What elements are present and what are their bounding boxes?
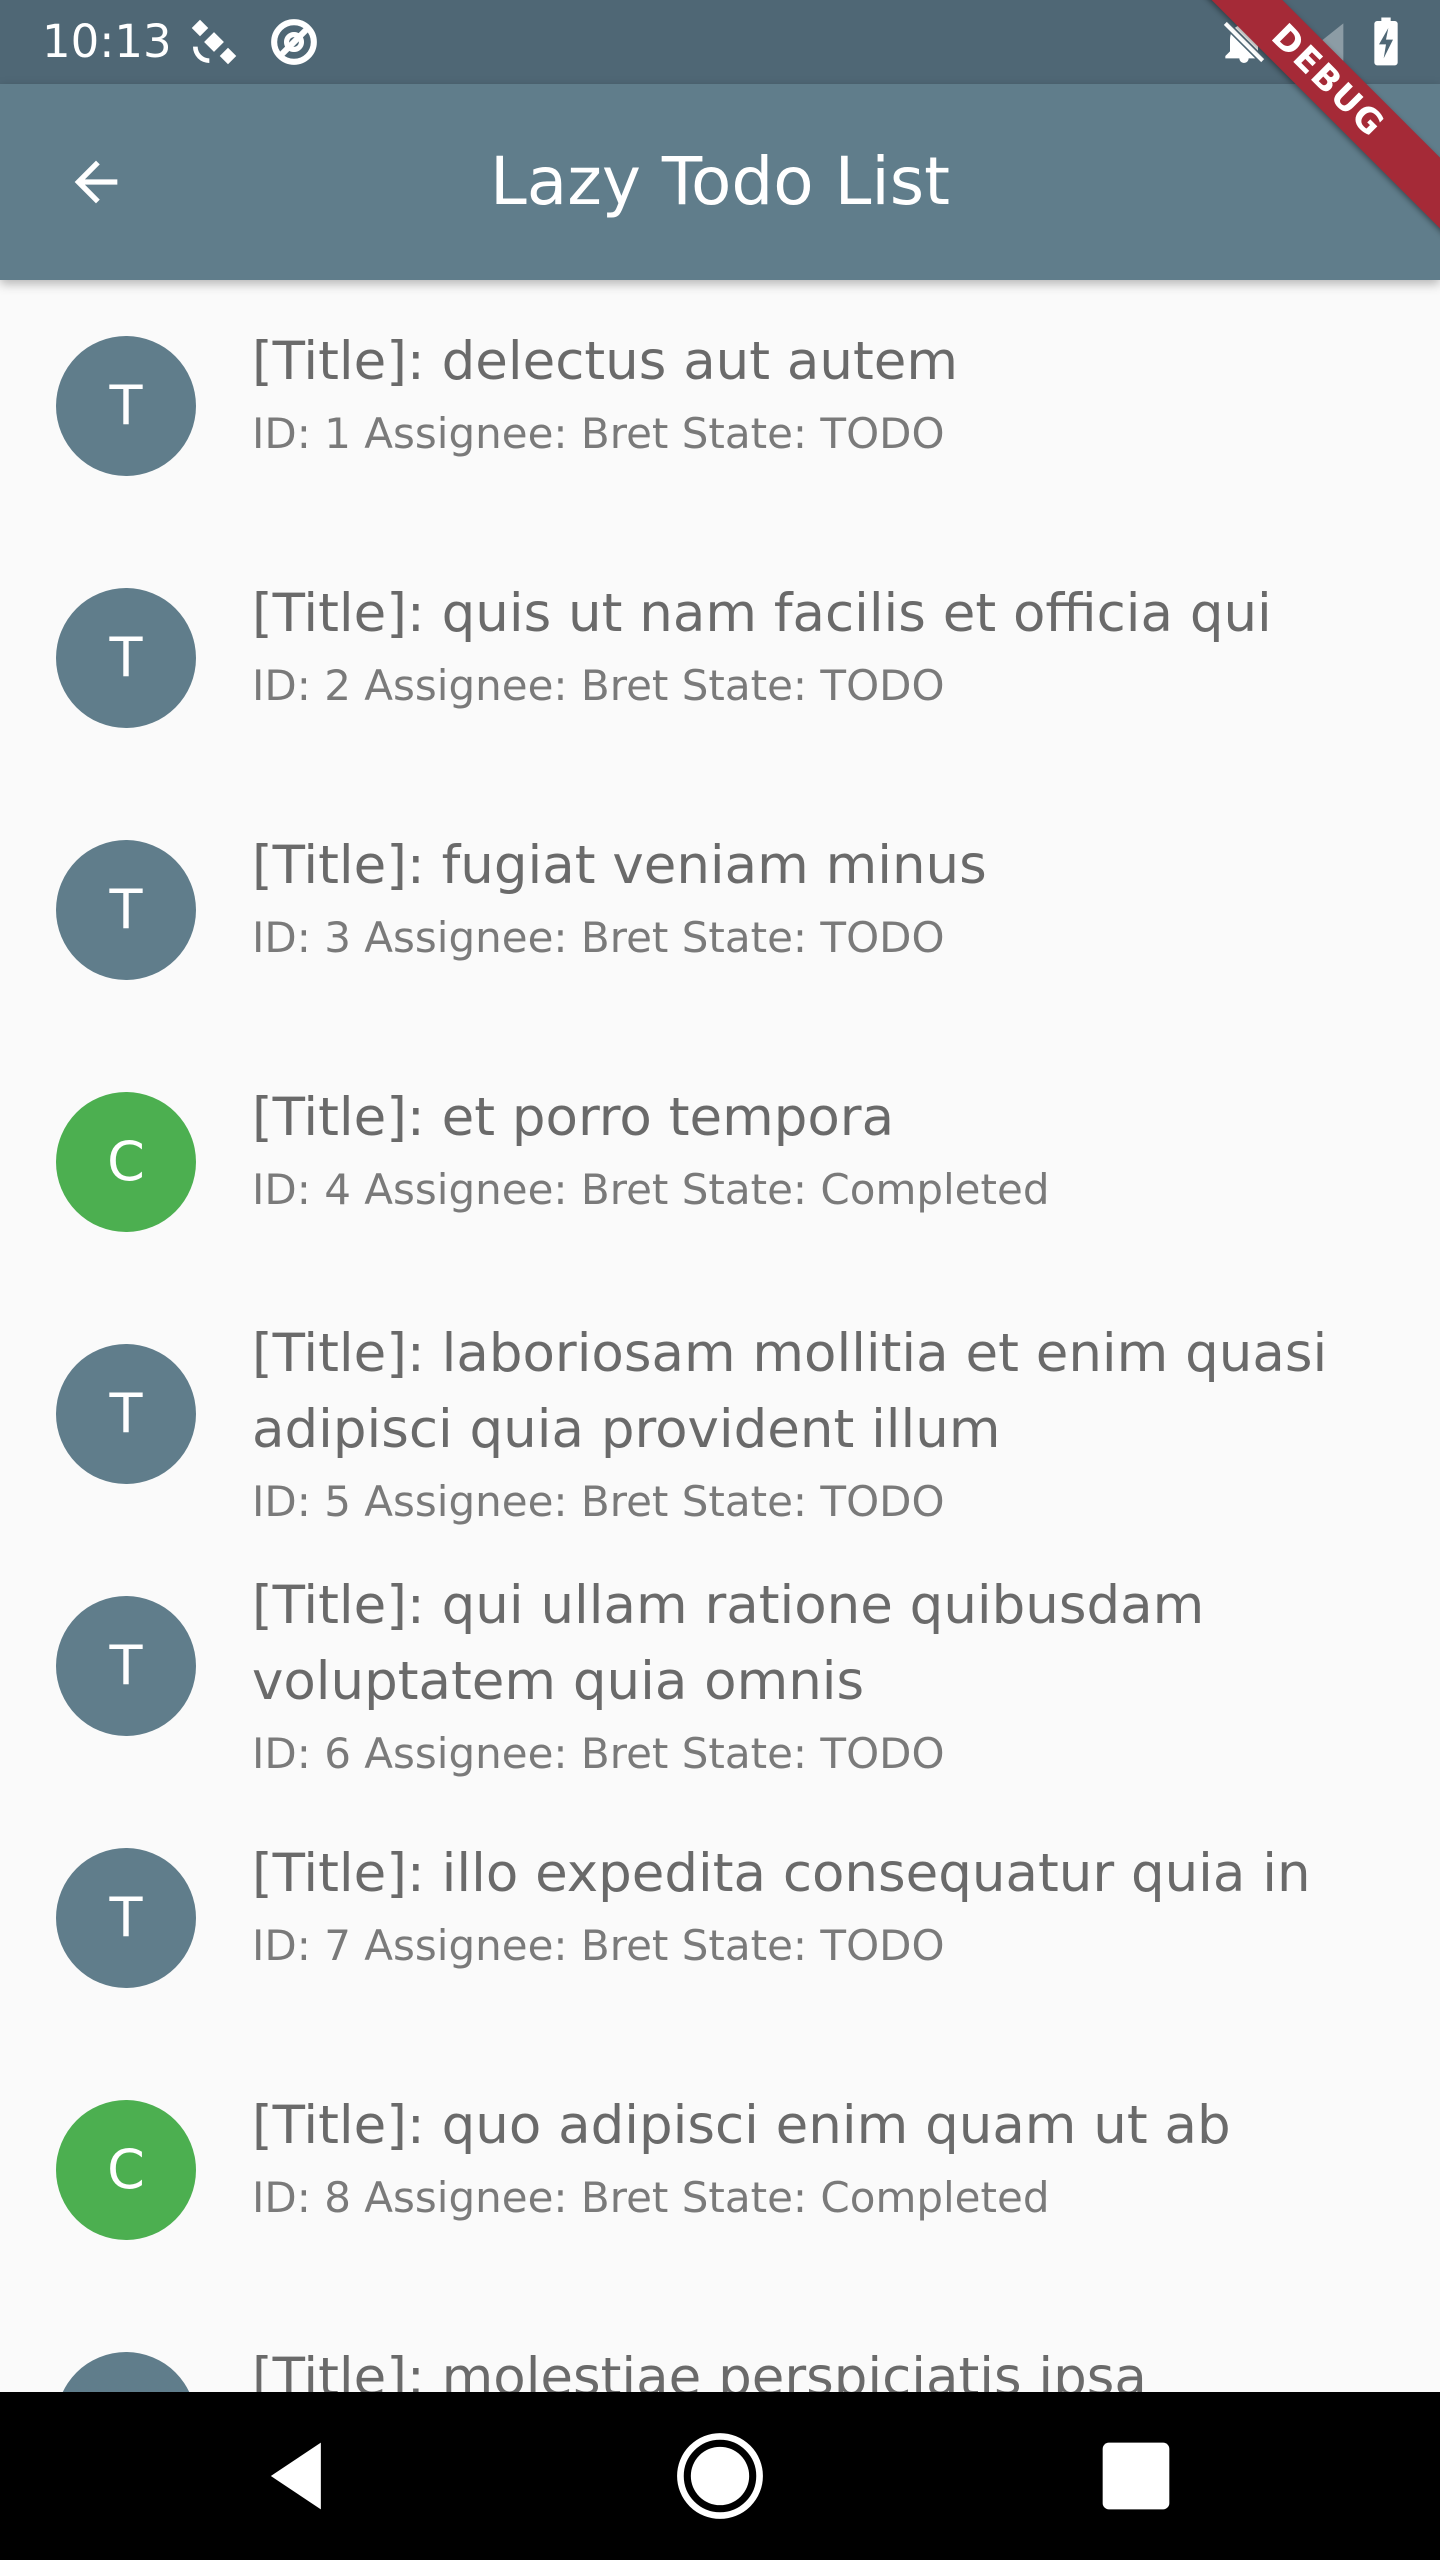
todo-subtitle: ID: 7 Assignee: Bret State: TODO xyxy=(252,1921,945,1970)
avatar: C xyxy=(56,1092,196,1232)
home-circle-icon[interactable] xyxy=(670,2426,770,2526)
navigation-bar xyxy=(0,2392,1440,2560)
todo-list[interactable]: T [Title]: delectus aut autem ID: 1 Assi… xyxy=(0,280,1440,2392)
todo-title: [Title]: et porro tempora xyxy=(252,1087,895,1148)
back-triangle-icon[interactable] xyxy=(250,2426,350,2526)
battery-charging-icon xyxy=(1358,14,1414,70)
todo-title: [Title]: quo adipisci enim quam ut ab xyxy=(252,2095,1231,2156)
screen: 10:13 Lazy Todo List DEBUG T [Title]: de… xyxy=(0,0,1440,2560)
avatar: T xyxy=(56,588,196,728)
list-item[interactable]: C [Title]: et porro tempora ID: 4 Assign… xyxy=(0,1036,1440,1288)
list-item[interactable]: T [Title]: delectus aut autem ID: 1 Assi… xyxy=(0,280,1440,532)
todo-subtitle: ID: 4 Assignee: Bret State: Completed xyxy=(252,1165,1050,1214)
todo-subtitle: ID: 6 Assignee: Bret State: TODO xyxy=(252,1729,945,1778)
avatar: C xyxy=(56,2100,196,2240)
todo-title: [Title]: illo expedita consequatur quia … xyxy=(252,1843,1311,1904)
todo-subtitle: ID: 1 Assignee: Bret State: TODO xyxy=(252,409,945,458)
app-bar: Lazy Todo List xyxy=(0,84,1440,280)
todo-title: [Title]: molestiae perspiciatis ipsa xyxy=(252,2347,1147,2392)
list-item[interactable]: T [Title]: quis ut nam facilis et offici… xyxy=(0,532,1440,784)
no-gps-icon xyxy=(266,14,322,70)
list-item[interactable]: T [Title]: qui ullam ratione quibusdam v… xyxy=(0,1540,1440,1792)
todo-subtitle: ID: 8 Assignee: Bret State: Completed xyxy=(252,2173,1050,2222)
todo-title: [Title]: delectus aut autem xyxy=(252,331,958,392)
list-item[interactable]: C [Title]: quo adipisci enim quam ut ab … xyxy=(0,2044,1440,2296)
avatar: T xyxy=(56,336,196,476)
recents-square-icon[interactable] xyxy=(1086,2426,1186,2526)
todo-subtitle: ID: 3 Assignee: Bret State: TODO xyxy=(252,913,945,962)
list-item[interactable]: T [Title]: molestiae perspiciatis ipsa xyxy=(0,2296,1440,2392)
list-item[interactable]: T [Title]: laboriosam mollitia et enim q… xyxy=(0,1288,1440,1540)
todo-subtitle: ID: 2 Assignee: Bret State: TODO xyxy=(252,661,945,710)
avatar: T xyxy=(56,1344,196,1484)
status-time: 10:13 xyxy=(42,15,172,68)
avatar: T xyxy=(56,1596,196,1736)
list-item[interactable]: T [Title]: fugiat veniam minus ID: 3 Ass… xyxy=(0,784,1440,1036)
avatar: T xyxy=(56,1848,196,1988)
satellite-icon xyxy=(186,14,242,70)
todo-subtitle: ID: 5 Assignee: Bret State: TODO xyxy=(252,1477,945,1526)
avatar: T xyxy=(56,2352,196,2392)
todo-title: [Title]: qui ullam ratione quibusdam vol… xyxy=(252,1575,1205,1712)
todo-title: [Title]: fugiat veniam minus xyxy=(252,835,987,896)
page-title: Lazy Todo List xyxy=(489,143,950,220)
list-item[interactable]: T [Title]: illo expedita consequatur qui… xyxy=(0,1792,1440,2044)
todo-title: [Title]: quis ut nam facilis et officia … xyxy=(252,583,1272,644)
avatar: T xyxy=(56,840,196,980)
todo-title: [Title]: laboriosam mollitia et enim qua… xyxy=(252,1323,1328,1460)
